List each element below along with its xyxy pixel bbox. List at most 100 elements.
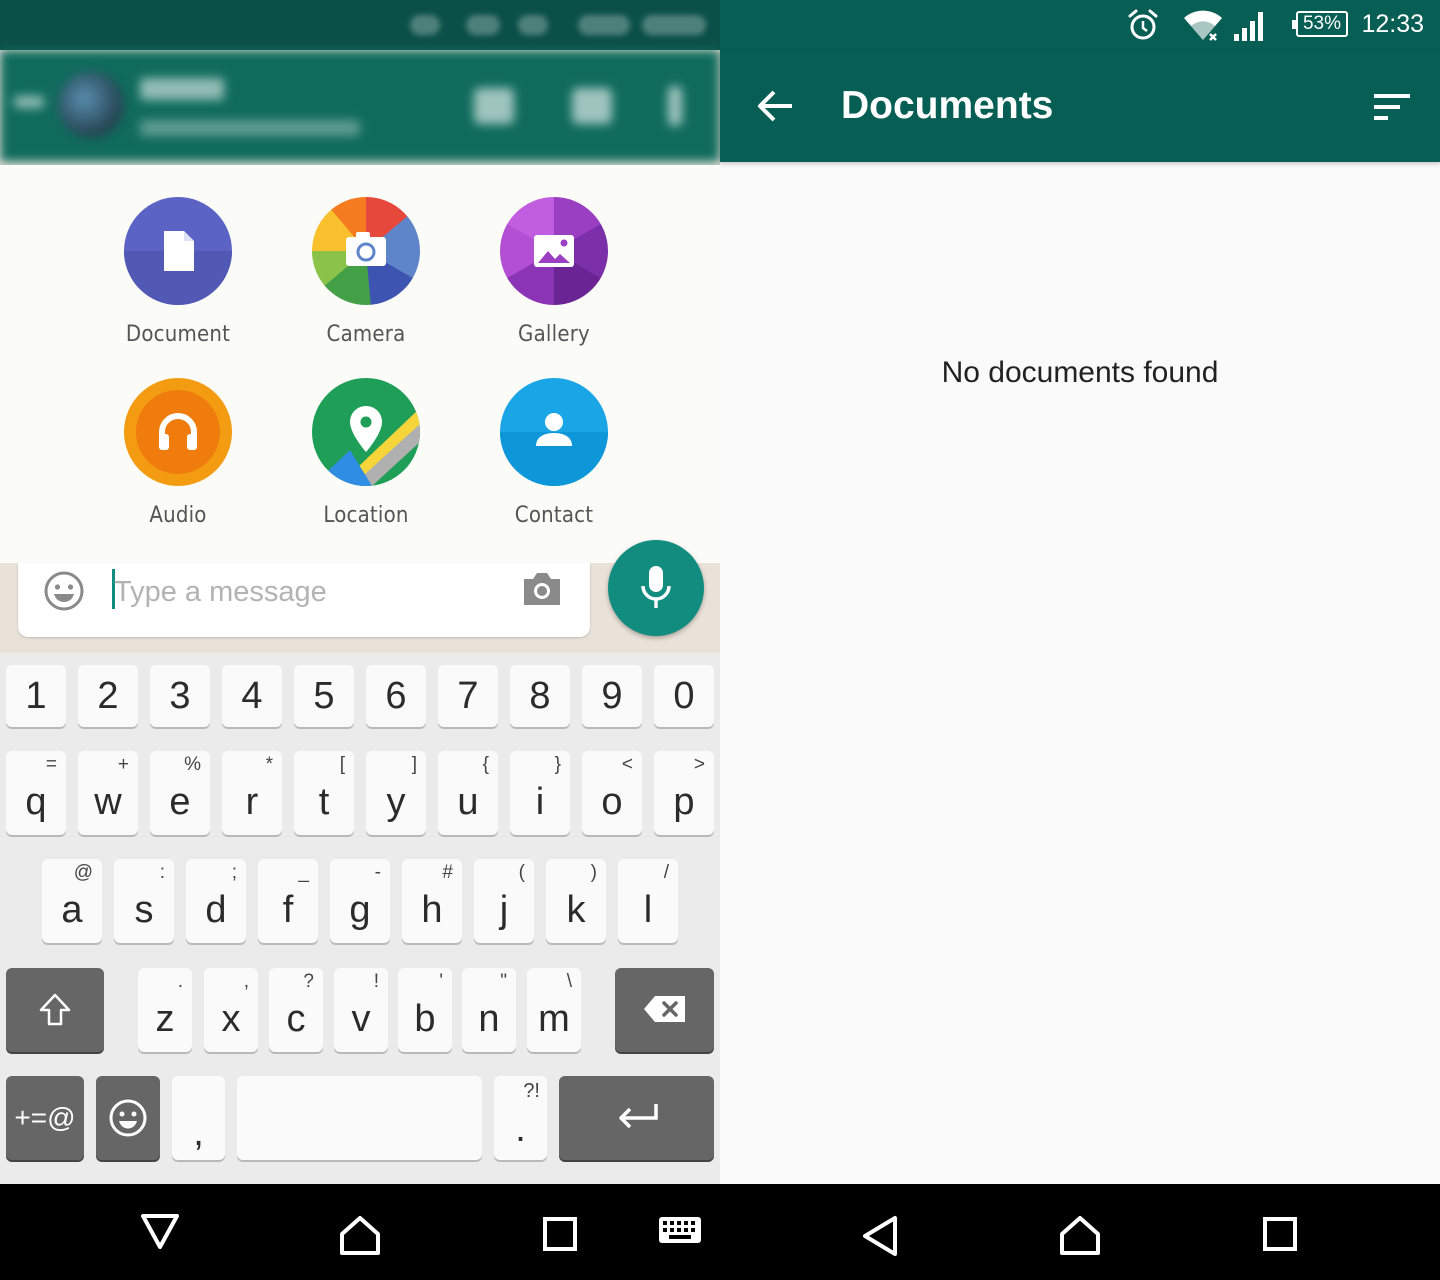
documents-app-bar: Documents: [720, 50, 1440, 162]
back-arrow-icon[interactable]: [756, 86, 796, 126]
soft-keyboard: 1 2 3 4 5 6 7 8 9 0 = q + w % e * r [t ] y {u…: [0, 653, 720, 1184]
avatar: [58, 72, 124, 138]
emoji-icon[interactable]: [42, 569, 86, 613]
page-title: Documents: [841, 84, 1054, 127]
key-b[interactable]: ' b: [398, 968, 452, 1052]
wifi-icon: [1184, 10, 1222, 41]
attach-location-label: Location: [323, 503, 409, 528]
document-icon: [124, 197, 232, 305]
enter-key[interactable]: [559, 1076, 714, 1160]
attachment-menu: Document Camera Gallery Audio Location C…: [0, 165, 720, 563]
keyboard-icon[interactable]: [658, 1216, 702, 1248]
recents-icon[interactable]: [542, 1216, 578, 1252]
key-e[interactable]: % e: [150, 751, 210, 835]
screenshot-root: Document Camera Gallery Audio Location C…: [0, 0, 1440, 1280]
camera-icon: [312, 197, 420, 305]
backspace-icon: [644, 996, 685, 1022]
key-6[interactable]: 6: [366, 665, 426, 727]
emoji-key[interactable]: [96, 1076, 160, 1160]
comma-key[interactable]: ,: [172, 1076, 225, 1160]
shift-arrow-icon: [39, 993, 71, 1026]
key-f[interactable]: _ f: [258, 859, 318, 943]
attach-document-button[interactable]: Document: [108, 197, 248, 347]
shift-key[interactable]: [6, 968, 104, 1052]
key-7[interactable]: 7: [438, 665, 498, 727]
status-bar-blurred: [0, 0, 720, 50]
key-j[interactable]: (j: [474, 859, 534, 943]
key-5[interactable]: 5: [294, 665, 354, 727]
key-h[interactable]: # h: [402, 859, 462, 943]
left-navigation-bar: [0, 1184, 720, 1280]
key-c[interactable]: ? c: [269, 968, 323, 1052]
key-d[interactable]: ; d: [186, 859, 246, 943]
person-icon: [500, 378, 608, 486]
back-triangle-down-icon[interactable]: [138, 1212, 182, 1252]
headphones-icon: [124, 378, 232, 486]
chat-app-bar-blurred: [0, 50, 720, 162]
key-m[interactable]: \ m: [527, 968, 581, 1052]
symbols-key[interactable]: +=@: [6, 1076, 84, 1160]
recents-icon[interactable]: [1262, 1216, 1298, 1252]
key-u[interactable]: {u: [438, 751, 498, 835]
documents-screen: 53% 12:33 Documents No documents found: [720, 0, 1440, 1184]
key-9[interactable]: 9: [582, 665, 642, 727]
space-key[interactable]: [237, 1076, 482, 1160]
status-bar: 53% 12:33: [720, 0, 1440, 50]
location-pin-icon: [312, 378, 420, 486]
battery-indicator: 53%: [1292, 11, 1348, 37]
message-input[interactable]: [114, 567, 504, 617]
signal-icon: [1234, 12, 1263, 41]
emoji-icon: [109, 1099, 147, 1137]
key-0[interactable]: 0: [654, 665, 714, 727]
gallery-icon: [500, 197, 608, 305]
key-z[interactable]: .z: [138, 968, 192, 1052]
key-2[interactable]: 2: [78, 665, 138, 727]
attach-contact-button[interactable]: Contact: [484, 378, 624, 528]
key-1[interactable]: 1: [6, 665, 66, 727]
key-w[interactable]: + w: [78, 751, 138, 835]
empty-state-message: No documents found: [941, 356, 1219, 389]
attach-gallery-button[interactable]: Gallery: [484, 197, 624, 347]
attach-camera-button[interactable]: Camera: [296, 197, 436, 347]
attach-camera-label: Camera: [326, 322, 406, 347]
key-x[interactable]: ,x: [204, 968, 258, 1052]
key-g[interactable]: -g: [330, 859, 390, 943]
attach-location-button[interactable]: Location: [296, 378, 436, 528]
key-n[interactable]: " n: [462, 968, 516, 1052]
attach-audio-label: Audio: [149, 503, 207, 528]
attach-contact-label: Contact: [514, 503, 594, 528]
right-navigation-bar: [720, 1184, 1440, 1280]
key-r[interactable]: * r: [222, 751, 282, 835]
key-o[interactable]: < o: [582, 751, 642, 835]
key-y[interactable]: ] y: [366, 751, 426, 835]
key-v[interactable]: ! v: [334, 968, 388, 1052]
camera-icon[interactable]: [520, 569, 564, 609]
key-p[interactable]: > p: [654, 751, 714, 835]
backspace-key[interactable]: [615, 968, 714, 1052]
key-l[interactable]: / l: [618, 859, 678, 943]
key-a[interactable]: @ a: [42, 859, 102, 943]
clock: 12:33: [1361, 10, 1424, 38]
sort-icon[interactable]: [1372, 92, 1412, 122]
enter-arrow-icon: [619, 1104, 658, 1129]
key-t[interactable]: [t: [294, 751, 354, 835]
period-key[interactable]: ?!.: [494, 1076, 547, 1160]
key-i[interactable]: } i: [510, 751, 570, 835]
key-q[interactable]: = q: [6, 751, 66, 835]
key-s[interactable]: :s: [114, 859, 174, 943]
key-k[interactable]: ) k: [546, 859, 606, 943]
alarm-icon: [1128, 9, 1158, 40]
home-icon[interactable]: [1058, 1214, 1102, 1256]
home-icon[interactable]: [338, 1214, 382, 1256]
key-4[interactable]: 4: [222, 665, 282, 727]
chat-screen: Document Camera Gallery Audio Location C…: [0, 0, 720, 1184]
mic-button[interactable]: [608, 540, 704, 636]
attach-document-label: Document: [125, 322, 231, 347]
back-icon[interactable]: [860, 1214, 900, 1258]
key-3[interactable]: 3: [150, 665, 210, 727]
key-8[interactable]: 8: [510, 665, 570, 727]
attach-audio-button[interactable]: Audio: [108, 378, 248, 528]
microphone-icon: [641, 566, 671, 608]
attach-gallery-label: Gallery: [518, 322, 590, 347]
message-box: [18, 563, 590, 637]
